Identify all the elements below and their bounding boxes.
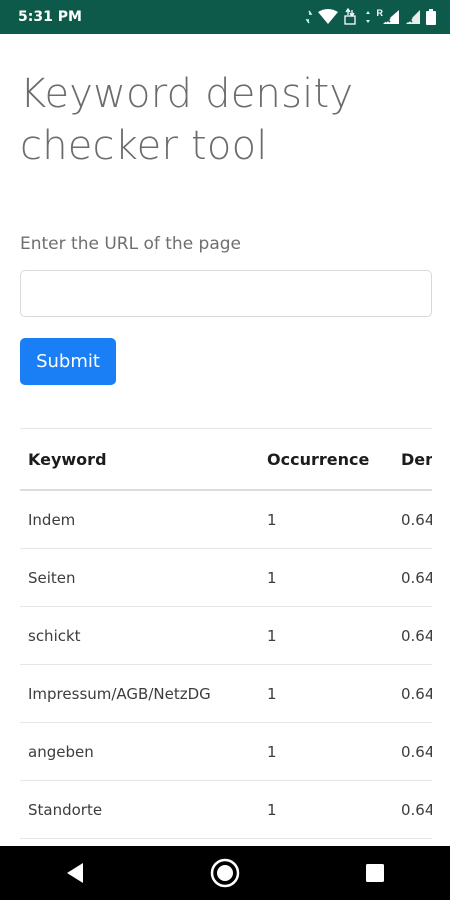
url-label: Enter the URL of the page	[20, 234, 242, 254]
occurrence-cell: 1	[267, 780, 401, 839]
page-title: Keyword density checker tool	[20, 71, 354, 169]
keyword-cell: Seiten	[20, 548, 267, 607]
density-cell: 0.64	[401, 722, 432, 781]
keyword-cell: schickt	[20, 606, 267, 665]
submit-button[interactable]: Submit	[20, 338, 116, 385]
signal-icon	[365, 11, 370, 23]
occurrence-cell: 1	[267, 722, 401, 781]
keyword-cell: Impressum/AGB/NetzDG	[20, 664, 267, 723]
keyword-table-container[interactable]: Keyword Occurrence Dens Indem 1 0.64 Sei…	[20, 428, 432, 847]
density-cell: 0.64	[401, 606, 432, 665]
table-row: Impressum/AGB/NetzDG 1 0.64	[20, 664, 432, 723]
status-time: 5:31 PM	[18, 9, 82, 25]
density-cell: 0.64	[401, 780, 432, 839]
battery-icon	[426, 9, 436, 25]
data-transfer-icon	[343, 8, 356, 25]
vibrate-icon	[305, 10, 312, 24]
page-content: Keyword density checker tool Enter the U…	[20, 34, 432, 385]
column-header-keyword: Keyword	[20, 429, 267, 491]
signal-icon-2	[406, 10, 420, 24]
table-row: schickt 1 0.64	[20, 606, 432, 665]
table-row: Seiten 1 0.64	[20, 548, 432, 607]
url-input[interactable]	[20, 270, 432, 317]
keyword-cell: angeben	[20, 722, 267, 781]
home-button[interactable]	[205, 853, 245, 893]
density-cell: 0.64	[401, 664, 432, 723]
recents-icon	[366, 864, 384, 882]
back-button[interactable]	[55, 853, 95, 893]
recents-button[interactable]	[355, 853, 395, 893]
occurrence-cell: 1	[267, 548, 401, 607]
status-bar: 5:31 PM R	[0, 0, 450, 34]
table-header-row: Keyword Occurrence Dens	[20, 429, 432, 491]
density-cell: 0.64	[401, 548, 432, 607]
density-cell: 0.64	[401, 490, 432, 549]
roaming-signal-icon	[383, 10, 399, 24]
wifi-icon	[317, 9, 338, 24]
back-icon	[67, 863, 83, 883]
table-row: Indem 1 0.64	[20, 490, 432, 549]
table-row: Standorte 1 0.64	[20, 780, 432, 839]
keyword-cell: Standorte	[20, 780, 267, 839]
occurrence-cell: 1	[267, 664, 401, 723]
home-icon	[210, 858, 240, 888]
keyword-cell: Indem	[20, 490, 267, 549]
table-row: angeben 1 0.64	[20, 722, 432, 781]
status-icons: R	[305, 8, 436, 26]
column-header-occurrence: Occurrence	[267, 429, 401, 491]
keyword-table: Keyword Occurrence Dens Indem 1 0.64 Sei…	[20, 429, 432, 839]
occurrence-cell: 1	[267, 490, 401, 549]
occurrence-cell: 1	[267, 606, 401, 665]
column-header-density: Dens	[401, 429, 432, 491]
navigation-bar	[0, 846, 450, 900]
